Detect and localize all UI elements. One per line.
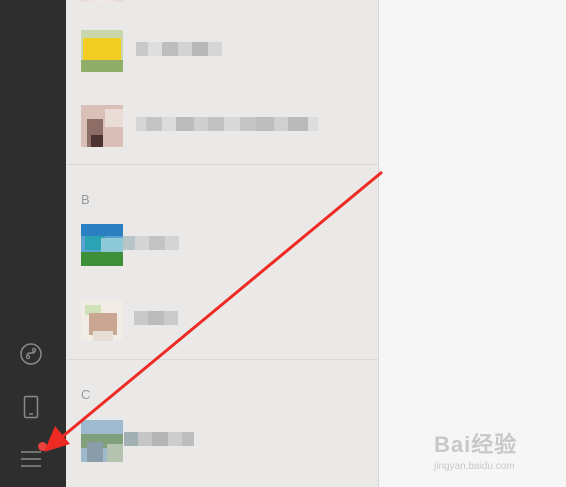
- watermark: Bai经验 jingyan.baidu.com: [434, 425, 564, 480]
- annotation-arrow: [44, 170, 383, 452]
- watermark-text: Bai经验: [434, 432, 518, 457]
- watermark-url: jingyan.baidu.com: [434, 461, 515, 472]
